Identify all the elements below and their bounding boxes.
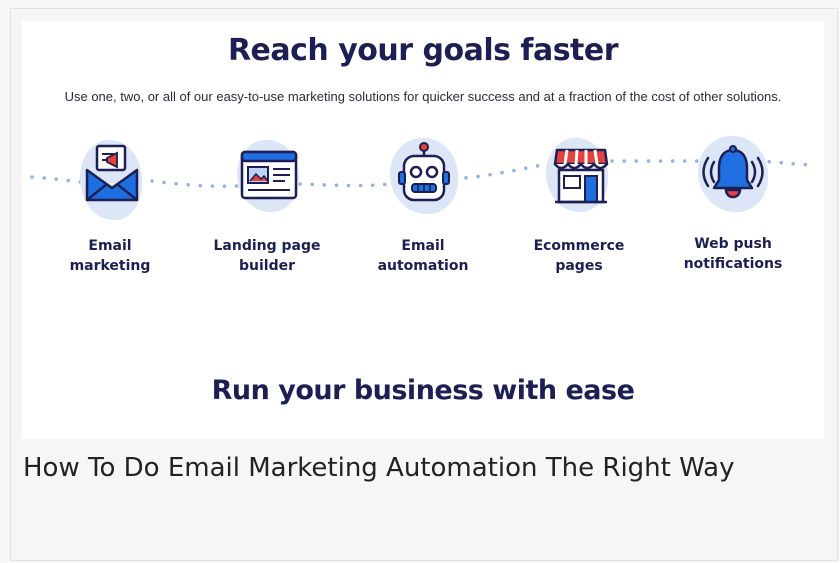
bell-icon	[702, 145, 764, 199]
feature-landing-page-builder[interactable]: Landing page builder	[202, 136, 332, 296]
feature-label-line1: Web push	[694, 236, 772, 252]
landing-page-icon	[240, 150, 298, 200]
feature-ecommerce-pages[interactable]: Ecommerce pages	[514, 136, 644, 296]
feature-label-line1: Email	[88, 238, 132, 254]
robot-icon	[398, 142, 450, 202]
banner-bottom-heading: Run your business with ease	[211, 375, 635, 406]
feature-label-line2: automation	[377, 258, 469, 274]
feature-label-line1: Email	[401, 238, 445, 254]
feature-email-automation[interactable]: Email automation	[358, 136, 488, 296]
feature-label-line1: Landing page	[213, 238, 321, 254]
image-caption[interactable]: How To Do Email Marketing Automation The…	[23, 447, 813, 489]
feature-label-line1: Ecommerce	[533, 238, 625, 254]
feature-label-line2: notifications	[683, 256, 783, 272]
feature-label-line2: builder	[238, 258, 295, 274]
feature-email-marketing[interactable]: Email marketing	[45, 136, 175, 296]
storefront-icon	[553, 148, 609, 204]
feature-web-push-notifications[interactable]: Web push notifications	[668, 136, 798, 296]
envelope-megaphone-icon	[85, 144, 139, 202]
banner-image[interactable]: Reach your goals faster Use one, two, or…	[22, 21, 824, 439]
feature-label-line2: marketing	[69, 258, 151, 274]
feature-label-line2: pages	[555, 258, 603, 274]
